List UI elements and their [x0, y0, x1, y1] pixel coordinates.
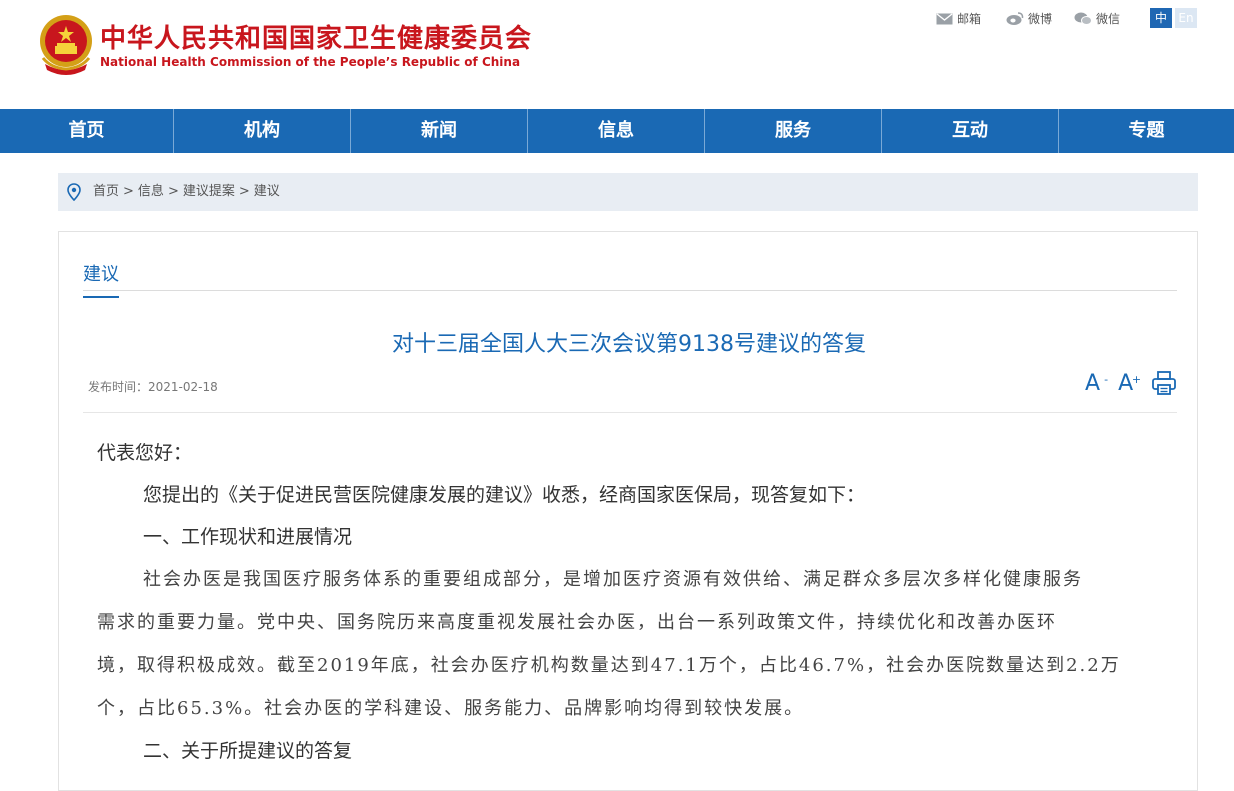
breadcrumb-suggestions[interactable]: 建议 [254, 184, 280, 199]
location-pin-icon [67, 183, 81, 201]
publish-date-value: 2021-02-18 [148, 380, 218, 394]
nav-item-interaction[interactable]: 互动 [882, 109, 1059, 153]
publish-date: 发布时间：2021-02-18 [88, 378, 218, 395]
nav-item-news[interactable]: 新闻 [351, 109, 528, 153]
national-emblem-icon[interactable] [39, 14, 93, 76]
font-decrease-label: A [1085, 371, 1101, 396]
section-tab[interactable]: 建议 [83, 260, 119, 298]
font-decrease-button[interactable]: A- [1085, 371, 1108, 396]
title-divider [83, 412, 1177, 413]
print-icon[interactable] [1151, 370, 1177, 396]
heading-2: 二、关于所提建议的答复 [143, 740, 353, 762]
site-title-en[interactable]: National Health Commission of the People… [100, 55, 520, 69]
font-increase-sup: + [1131, 373, 1142, 386]
wechat-link[interactable]: 微信 [1074, 10, 1120, 27]
publish-date-label: 发布时间： [88, 380, 149, 394]
weibo-link[interactable]: 微博 [1006, 10, 1052, 27]
intro-paragraph: 您提出的《关于促进民营医院健康发展的建议》收悉，经商国家医保局，现答复如下： [143, 484, 866, 506]
mail-label: 邮箱 [957, 12, 982, 26]
breadcrumb: 首页 > 信息 > 建议提案 > 建议 [58, 173, 1198, 211]
site-header: 中华人民共和国国家卫生健康委员会 National Health Commiss… [0, 0, 1234, 108]
article-body: 代表您好： 您提出的《关于促进民营医院健康发展的建议》收悉，经商国家医保局，现答… [97, 432, 1147, 772]
nav-item-organization[interactable]: 机构 [174, 109, 351, 153]
breadcrumb-information[interactable]: 信息 [138, 184, 164, 199]
paragraph-line: 个，占比65.3%。社会办医的学科建设、服务能力、品牌影响均得到较快发展。 [97, 698, 805, 719]
paragraph-line: 需求的重要力量。党中央、国务院历来高度重视发展社会办医，出台一系列政策文件，持续… [97, 612, 1057, 633]
article-card: 建议 对十三届全国人大三次会议第9138号建议的答复 发布时间：2021-02-… [58, 231, 1198, 791]
breadcrumb-home[interactable]: 首页 [93, 184, 119, 199]
greeting: 代表您好： [97, 442, 193, 464]
font-increase-label: A [1118, 371, 1134, 396]
wechat-label: 微信 [1096, 12, 1121, 26]
mail-icon [936, 12, 953, 24]
paragraph-line: 境，取得积极成效。截至2019年底，社会办医疗机构数量达到47.1万个，占比46… [97, 655, 1121, 676]
weibo-icon [1006, 12, 1024, 25]
mail-link[interactable]: 邮箱 [936, 10, 981, 27]
breadcrumb-separator: > [238, 184, 250, 199]
nav-item-home[interactable]: 首页 [0, 109, 174, 153]
nav-item-information[interactable]: 信息 [528, 109, 705, 153]
heading-1: 一、工作现状和进展情况 [143, 526, 353, 548]
nav-item-services[interactable]: 服务 [705, 109, 882, 153]
breadcrumb-trail: 首页 > 信息 > 建议提案 > 建议 [93, 173, 280, 211]
lang-en-button[interactable]: En [1175, 8, 1197, 28]
lang-zh-button[interactable]: 中 [1150, 8, 1172, 28]
font-increase-button[interactable]: A + [1118, 371, 1141, 396]
breadcrumb-separator: > [167, 184, 179, 199]
article-title: 对十三届全国人大三次会议第9138号建议的答复 [392, 332, 866, 357]
site-title-cn[interactable]: 中华人民共和国国家卫生健康委员会 [100, 18, 532, 55]
article-tools: A- A + [1085, 370, 1177, 396]
font-decrease-sup: - [1104, 373, 1109, 386]
paragraph-line: 社会办医是我国医疗服务体系的重要组成部分，是增加医疗资源有效供给、满足群众多层次… [143, 569, 1083, 590]
breadcrumb-separator: > [123, 184, 134, 199]
section-divider [83, 290, 1177, 291]
weibo-label: 微博 [1028, 12, 1053, 26]
breadcrumb-proposals[interactable]: 建议提案 [183, 184, 235, 199]
nav-item-topics[interactable]: 专题 [1059, 109, 1234, 153]
main-nav: 首页 机构 新闻 信息 服务 互动 专题 [0, 109, 1234, 153]
wechat-icon [1074, 12, 1092, 25]
